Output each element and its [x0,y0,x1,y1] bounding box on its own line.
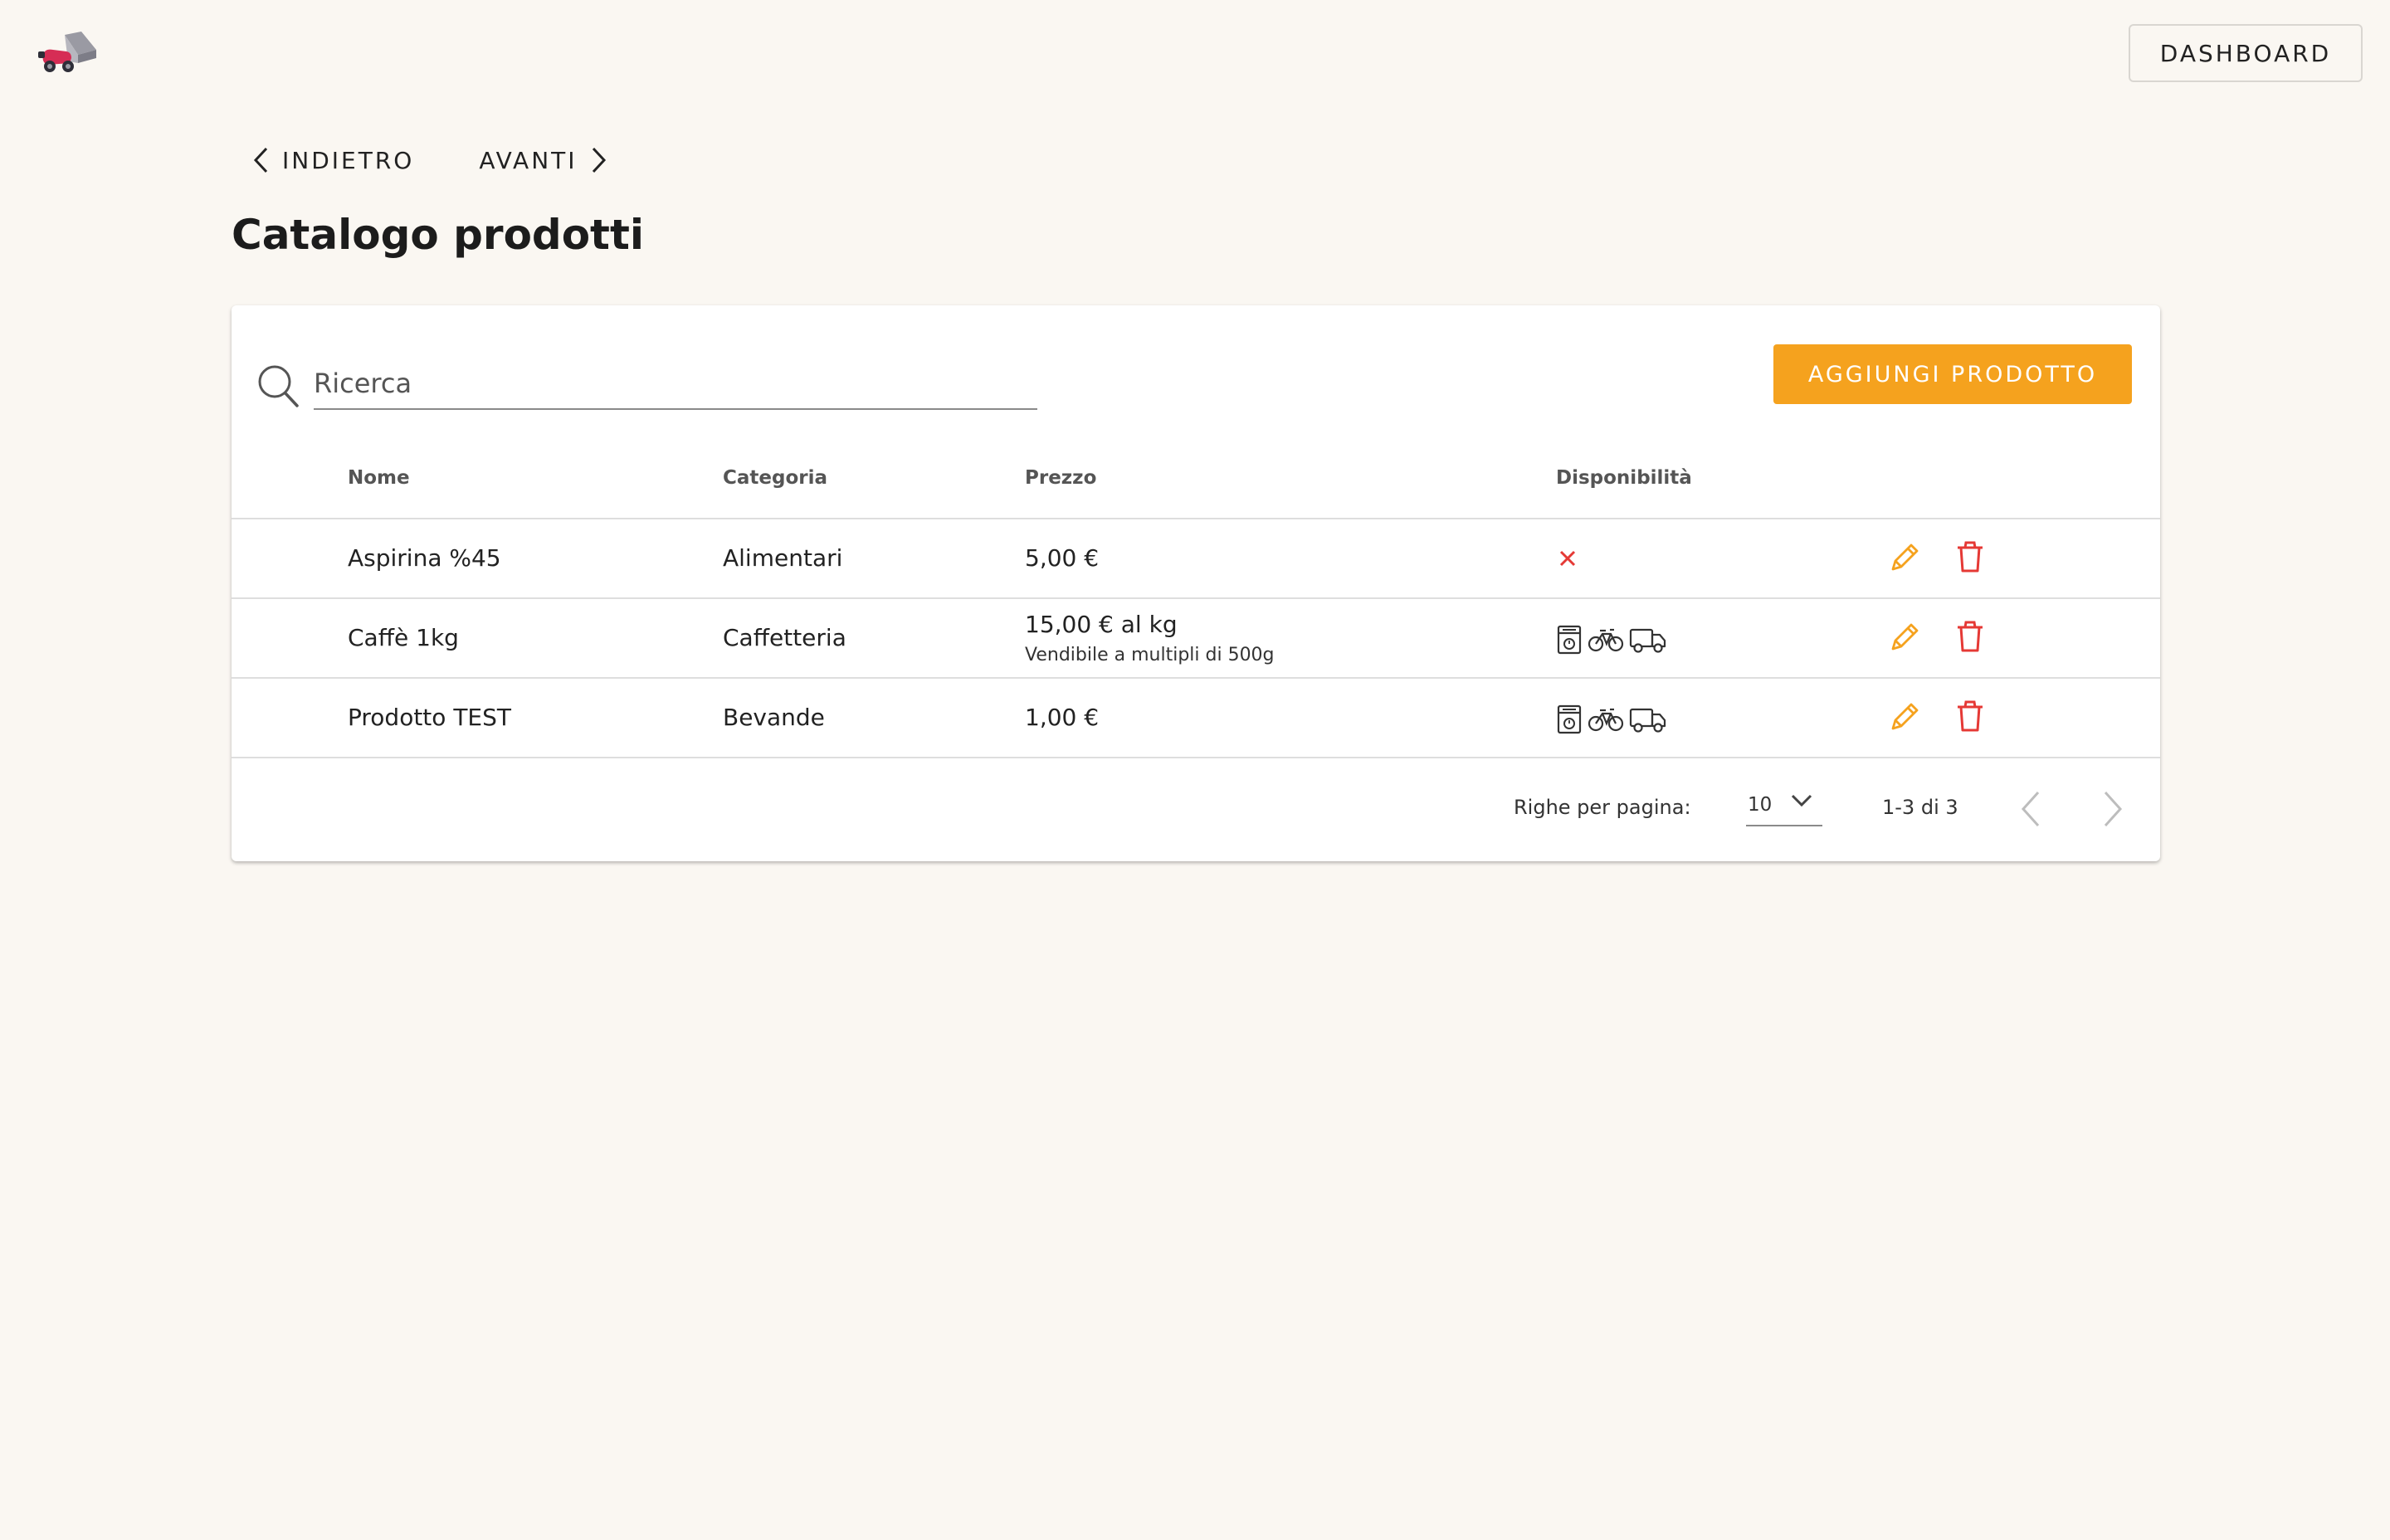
product-availability [1556,598,1667,677]
brand-logo[interactable] [37,30,100,76]
add-product-button[interactable]: AGGIUNGI PRODOTTO [1773,344,2132,404]
table-header: Nome Categoria Prezzo Disponibilità [232,438,2160,519]
product-price-note: Vendibile a multipli di 500g [1025,644,1275,665]
unavailable-x-icon [1559,550,1576,566]
product-availability [1556,678,1667,757]
next-page-chevron-icon[interactable] [2102,790,2124,828]
chevron-left-icon [253,147,268,173]
product-availability [1556,519,1578,597]
delete-trash-icon[interactable] [1955,699,1985,733]
rows-per-page-value: 10 [1748,794,1773,816]
history-navigation: INDIETRO AVANTI [252,146,607,174]
product-name: Aspirina %45 [348,544,501,572]
chevron-down-icon [1791,794,1812,807]
table-row: Caffè 1kg Caffetteria 15,00 € al kg Vend… [232,598,2160,679]
search-icon [258,365,299,407]
column-header-name[interactable]: Nome [348,438,410,518]
table-row: Aspirina %45 Alimentari 5,00 € [232,519,2160,599]
forward-label: AVANTI [479,146,578,174]
column-header-category[interactable]: Categoria [723,438,827,518]
product-price-value: 15,00 € al kg [1025,610,1178,638]
product-category: Bevande [723,704,825,731]
product-catalog-card: AGGIUNGI PRODOTTO Nome Categoria Prezzo … [232,305,2160,861]
product-price: 5,00 € [1025,544,1100,572]
back-button[interactable]: INDIETRO [252,146,414,174]
forward-button[interactable]: AVANTI [479,146,607,174]
product-category: Alimentari [723,544,843,572]
table-row: Prodotto TEST Bevande 1,00 € [232,678,2160,758]
pagination-range: 1-3 di 3 [1882,796,1958,819]
store-icon [1557,625,1582,654]
chevron-right-icon [592,147,606,173]
product-name: Caffè 1kg [348,624,459,651]
delete-trash-icon[interactable] [1955,540,1985,573]
edit-pencil-icon[interactable] [1888,621,1921,654]
product-name: Prodotto TEST [348,704,511,731]
product-category: Caffetteria [723,624,846,651]
edit-pencil-icon[interactable] [1888,541,1921,574]
page-title: Catalogo prodotti [232,211,644,259]
rows-per-page-select[interactable]: 10 [1746,785,1822,826]
product-price: 15,00 € al kg Vendibile a multipli di 50… [1025,598,1275,677]
dashboard-button[interactable]: DASHBOARD [2129,24,2363,82]
store-icon [1557,704,1582,733]
product-price: 1,00 € [1025,704,1100,731]
column-header-availability[interactable]: Disponibilità [1556,438,1692,518]
search-input[interactable] [314,358,1037,410]
bicycle-icon [1588,708,1624,731]
truck-icon [1629,628,1666,653]
rows-per-page-label: Righe per pagina: [1514,796,1691,819]
delete-trash-icon[interactable] [1955,620,1985,653]
bicycle-icon [1588,628,1624,651]
truck-icon [1629,708,1666,733]
edit-pencil-icon[interactable] [1888,700,1921,733]
column-header-price[interactable]: Prezzo [1025,438,1096,518]
previous-page-chevron-icon[interactable] [2020,790,2041,828]
back-label: INDIETRO [282,146,415,174]
